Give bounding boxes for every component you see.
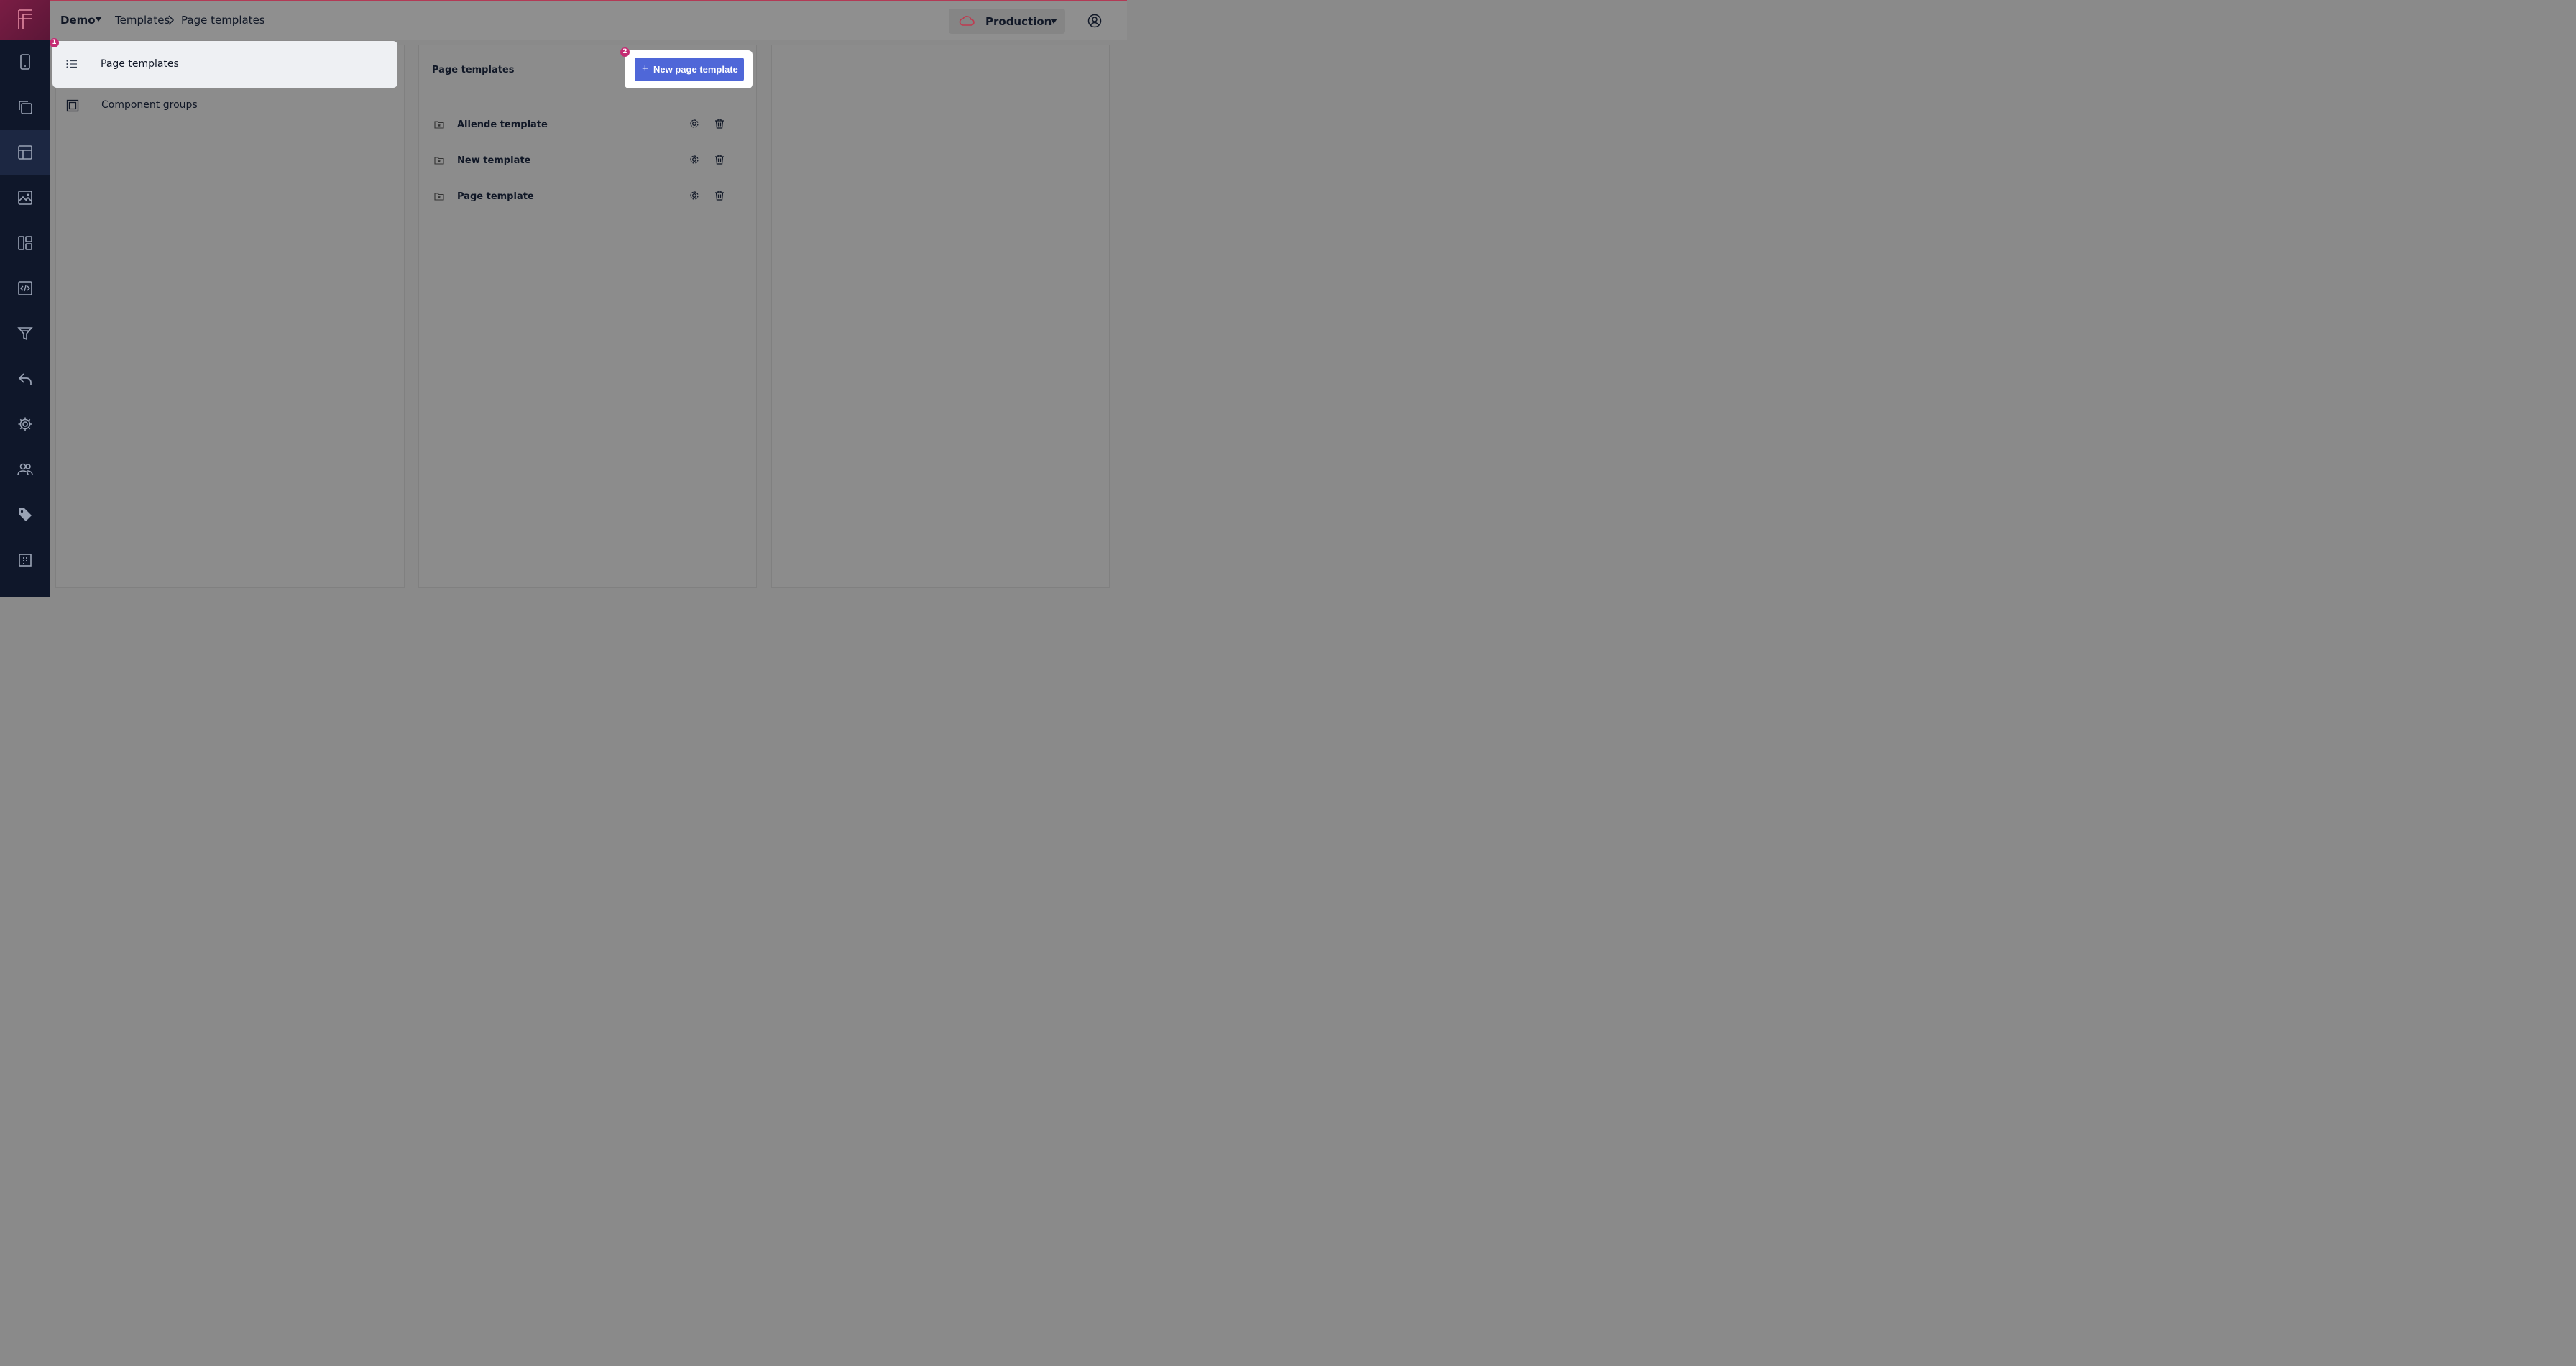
- layout-icon: [18, 236, 32, 250]
- nav-item-label: Page templates: [101, 58, 179, 70]
- panel-title: Page templates: [432, 65, 515, 75]
- settings-icon[interactable]: [689, 154, 700, 165]
- device-icon: [20, 54, 30, 70]
- environment-label: Production: [985, 15, 1052, 28]
- breadcrumb-page-templates: Page templates: [181, 14, 265, 27]
- environment-selector[interactable]: Production: [949, 9, 1065, 34]
- template-name: New template: [457, 155, 531, 166]
- rail-settings[interactable]: [0, 402, 50, 447]
- trash-icon[interactable]: [714, 118, 725, 129]
- cloud-icon: [959, 16, 975, 26]
- filter-icon: [17, 327, 33, 341]
- tag-icon: [19, 508, 32, 521]
- rail-users[interactable]: [0, 447, 50, 492]
- folder-star-icon: [434, 193, 444, 201]
- folder-star-icon: [434, 157, 444, 165]
- rail-templates[interactable]: [0, 130, 50, 175]
- workspace-selector[interactable]: Demo: [60, 14, 96, 27]
- step-badge: 2: [620, 47, 630, 57]
- rail-filter[interactable]: [0, 311, 50, 357]
- nav-item-label: Component groups: [101, 99, 198, 111]
- settings-icon[interactable]: [689, 118, 700, 129]
- code-icon: [18, 281, 32, 295]
- chevron-down-icon: [1050, 19, 1057, 24]
- list-icon: [66, 60, 77, 68]
- step-badge: 1: [50, 38, 59, 47]
- template-row[interactable]: Page template: [419, 181, 756, 217]
- rail-pages[interactable]: [0, 85, 50, 130]
- templates-icon: [18, 145, 32, 160]
- rail-device[interactable]: [0, 40, 50, 85]
- grid-icon: [19, 554, 32, 567]
- template-row[interactable]: New template: [419, 145, 756, 181]
- templates-panel: Page templates Allende template New temp…: [418, 45, 757, 588]
- new-template-spotlight: + New page template: [625, 50, 753, 88]
- box-icon: [66, 99, 79, 112]
- folder-star-icon: [434, 121, 444, 129]
- rail-tags[interactable]: [0, 492, 50, 538]
- plus-icon: +: [642, 63, 648, 75]
- new-page-template-button[interactable]: + New page template: [635, 58, 744, 81]
- breadcrumb-templates[interactable]: Templates: [115, 14, 170, 27]
- trash-icon[interactable]: [714, 154, 725, 165]
- rail-grid[interactable]: [0, 538, 50, 583]
- logo-icon: [18, 9, 32, 29]
- rail-media[interactable]: [0, 175, 50, 221]
- rail-layout[interactable]: [0, 221, 50, 266]
- app-logo[interactable]: [0, 0, 50, 40]
- button-label: New page template: [653, 64, 738, 75]
- chevron-down-icon[interactable]: [95, 17, 102, 22]
- navigation-panel: Component groups: [55, 45, 405, 588]
- left-rail: [0, 0, 50, 597]
- pages-icon: [19, 101, 32, 114]
- trash-icon[interactable]: [714, 190, 725, 201]
- template-name: Allende template: [457, 119, 548, 130]
- reply-icon: [18, 373, 32, 385]
- image-icon: [18, 191, 32, 205]
- rail-reply[interactable]: [0, 357, 50, 402]
- rail-code[interactable]: [0, 266, 50, 311]
- user-circle-icon[interactable]: [1087, 14, 1102, 28]
- settings-icon: [18, 417, 32, 431]
- chevron-right-icon: [168, 15, 175, 25]
- users-icon: [17, 463, 33, 476]
- nav-item-component-groups[interactable]: Component groups: [56, 86, 404, 126]
- top-bar: Demo Templates Page templates Production: [50, 0, 1127, 40]
- nav-item-page-templates[interactable]: Page templates: [52, 41, 397, 88]
- template-name: Page template: [457, 191, 534, 202]
- settings-icon[interactable]: [689, 190, 700, 201]
- template-row[interactable]: Allende template: [419, 109, 756, 145]
- detail-panel: [771, 45, 1110, 588]
